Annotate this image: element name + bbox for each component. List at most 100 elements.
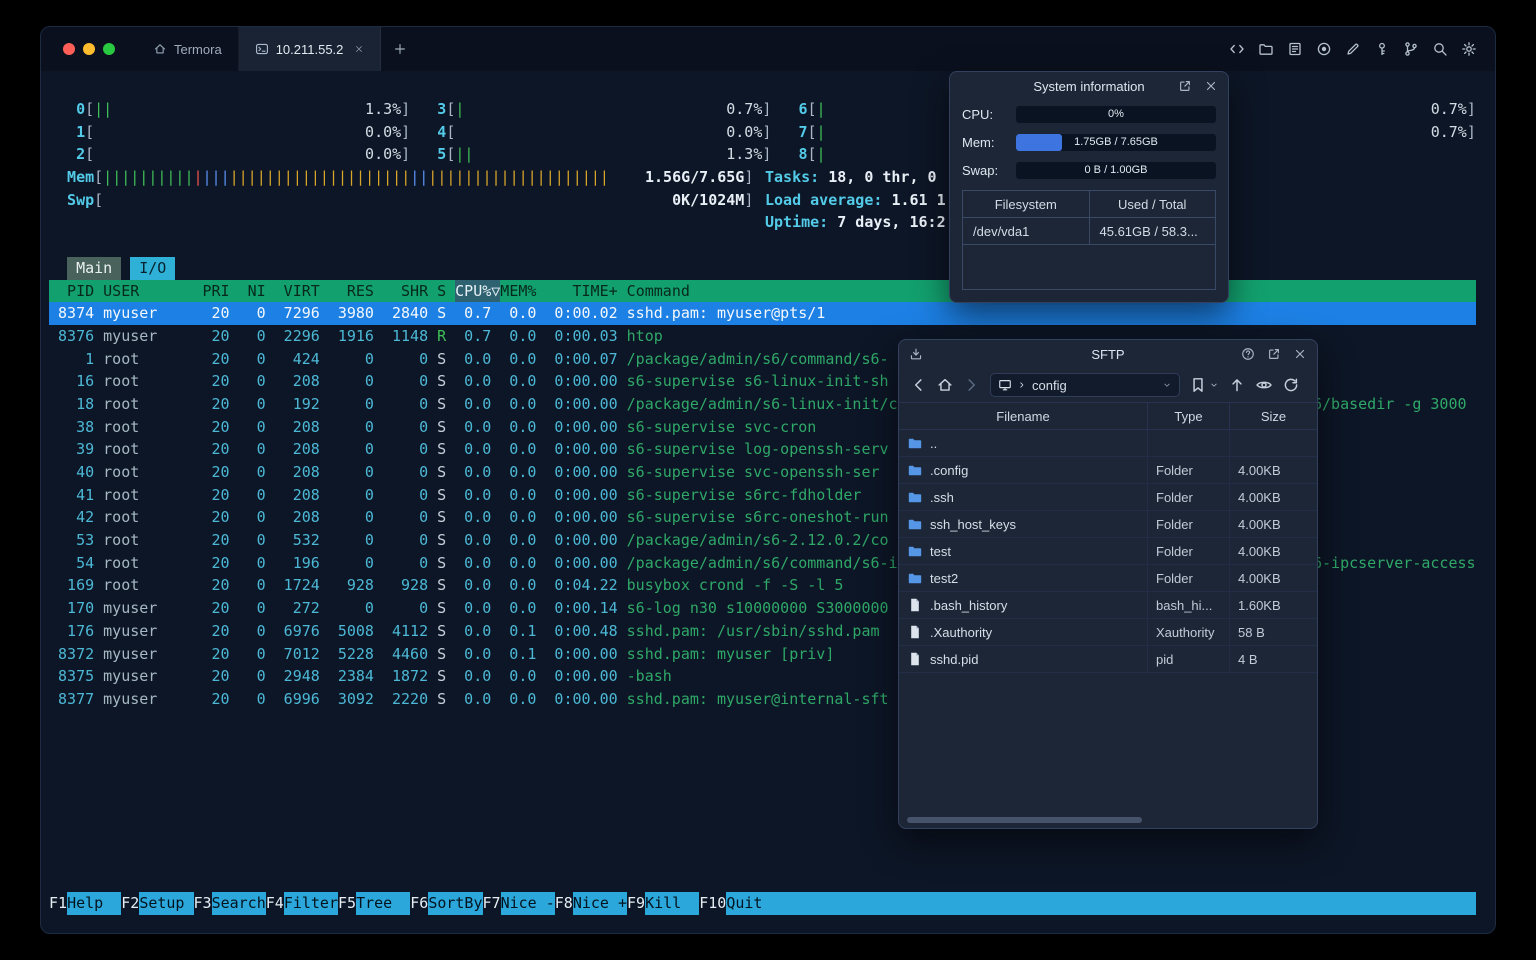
file-name: .Xauthority [930,624,993,640]
cpu-usage-bar: 0% [1016,105,1216,123]
close-panel-icon[interactable] [1293,347,1307,361]
file-row[interactable]: .bash_history bash_hi... 1.60KB [899,592,1317,619]
minimize-window-button[interactable] [83,43,95,55]
fkey-action-f1[interactable]: Help [67,892,122,915]
column-state[interactable]: S [437,280,446,303]
zoom-window-button[interactable] [103,43,115,55]
fkey-f7: F7 [482,894,501,912]
column-virt[interactable]: VIRT [275,280,320,303]
system-information-panel: System information CPU: 0% Mem: 1.75GB /… [949,71,1229,303]
fkey-action-f7[interactable]: Nice - [500,892,555,915]
cpu-usage-row: CPU: 0% [950,100,1228,128]
path-bar[interactable]: config [990,373,1180,397]
transfers-icon[interactable] [909,347,923,361]
cpu-meter-4: 4[0.0%] [437,122,772,141]
column-res[interactable]: RES [329,280,374,303]
refresh-icon[interactable] [1282,376,1300,394]
help-icon[interactable] [1241,347,1255,361]
file-name: .bash_history [930,597,1008,613]
column-cpu-sorted[interactable]: CPU%▽ [455,279,500,303]
record-icon[interactable] [1316,41,1332,57]
htop-tab-main[interactable]: Main [67,256,122,280]
home-icon[interactable] [936,376,954,394]
fkey-f1: F1 [49,894,68,912]
file-icon [907,651,923,667]
search-icon[interactable] [1432,41,1448,57]
uptime: Uptime: 7 days, 16:2 [765,213,946,232]
pencil-icon[interactable] [1345,41,1361,57]
bookmark-icon[interactable] [1189,376,1207,394]
horizontal-scrollbar[interactable] [907,817,1142,823]
fkey-action-f9[interactable]: Kill [645,892,700,915]
column-mem[interactable]: MEM% [500,280,536,303]
file-row[interactable]: ssh_host_keys Folder 4.00KB [899,511,1317,538]
fkey-action-f3[interactable]: Search [211,892,266,915]
fkey-action-f4[interactable]: Filter [283,892,338,915]
fkey-action-f5[interactable]: Tree [356,892,411,915]
column-shr[interactable]: SHR [383,280,428,303]
close-panel-icon[interactable] [1204,79,1218,93]
memory-ticks: ||||||||||||||||||||||||||||||||||||||||… [103,168,609,187]
bracket: ] [744,168,754,187]
bookmark-caret-icon[interactable] [1209,380,1219,390]
file-row[interactable]: .ssh Folder 4.00KB [899,484,1317,511]
column-pri[interactable]: PRI [202,280,229,303]
notes-icon[interactable] [1287,41,1303,57]
column-size[interactable]: Size [1229,403,1317,429]
file-size: 58 B [1229,619,1317,645]
column-filename[interactable]: Filename [899,403,1147,429]
open-in-new-window-icon[interactable] [1178,79,1192,93]
close-tab-icon[interactable] [354,44,364,54]
column-time[interactable]: TIME+ [545,280,618,303]
new-tab-button[interactable] [381,27,419,71]
function-key-bar: F1 Help F2 Setup F3 Search F4 Filter F5 Tree F6… [49,892,1476,915]
file-row[interactable]: test2 Folder 4.00KB [899,565,1317,592]
cpu-usage-text: 0% [1108,108,1124,120]
htop-tab-io[interactable]: I/O [130,256,176,280]
fkey-f10: F10 [699,894,727,912]
code-icon[interactable] [1229,41,1245,57]
file-row[interactable]: .Xauthority Xauthority 58 B [899,619,1317,646]
home-icon [153,42,167,56]
column-type[interactable]: Type [1147,403,1229,429]
memory-meter: Mem[||||||||||||||||||||||||||||||||||||… [49,166,1476,189]
filesystem-row[interactable]: /dev/vda1 45.61GB / 58.3... [963,218,1215,245]
path-segment[interactable]: config [1032,378,1067,393]
key-icon[interactable] [1374,41,1390,57]
show-hidden-files-icon[interactable] [1255,376,1273,394]
bracket: [ [94,190,104,209]
fkey-action-f10[interactable]: Quit [726,892,781,915]
swp-value: 0K/1024M [672,190,745,209]
tab-ssh-session[interactable]: 10.211.55.2 [238,27,382,71]
process-row[interactable]: 8374 myuser 20 0 7296 3980 2840 S 0.7 0.0 0:00.02 s… [49,302,1476,325]
panel-titlebar: System information [950,72,1228,100]
fkey-f2: F2 [121,894,140,912]
column-ni[interactable]: NI [239,280,266,303]
swap-label: Swap: [962,162,999,178]
process-table-header: PID USER PRI NI VIRT RES SHR S CPU%▽ MEM… [49,279,1476,303]
fkey-action-f6[interactable]: SortBy [428,892,483,915]
column-user[interactable]: USER [103,280,193,303]
tab-termora[interactable]: Termora [137,27,239,71]
file-table-header: Filename Type Size [899,402,1317,430]
fkey-action-f2[interactable]: Setup [139,892,194,915]
close-window-button[interactable] [63,43,75,55]
open-in-new-window-icon[interactable] [1267,347,1281,361]
fkey-action-f8[interactable]: Nice + [572,892,627,915]
parent-directory-icon[interactable] [1228,376,1246,394]
settings-icon[interactable] [1461,41,1477,57]
file-size: 4.00KB [1229,484,1317,510]
file-row[interactable]: sshd.pid pid 4 B [899,646,1317,673]
fkey-bar-filler [780,892,1476,915]
column-pid[interactable]: PID [49,280,94,303]
forward-icon[interactable] [963,376,981,394]
back-icon[interactable] [909,376,927,394]
file-row[interactable]: .config Folder 4.00KB [899,457,1317,484]
chevron-down-icon[interactable] [1162,380,1172,390]
branch-icon[interactable] [1403,41,1419,57]
folder-icon[interactable] [1258,41,1274,57]
file-row[interactable]: test Folder 4.00KB [899,538,1317,565]
file-row[interactable]: .. [899,430,1317,457]
sftp-titlebar: SFTP [899,340,1317,368]
fkey-f3: F3 [193,894,212,912]
